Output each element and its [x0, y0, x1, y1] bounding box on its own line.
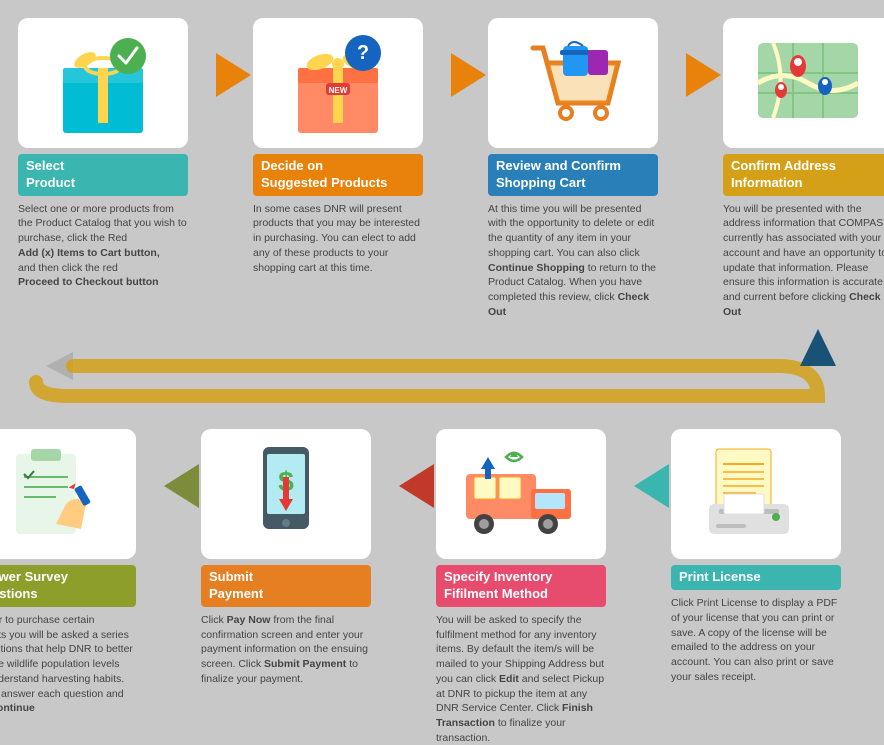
step-print-license: Print License Click Print License to dis…	[671, 429, 866, 684]
step6-desc: You will be asked to specify the fulfilm…	[436, 613, 606, 745]
step8-title: Answer SurveyQuestions	[0, 565, 136, 607]
svg-text:?: ?	[357, 42, 369, 64]
step3-title: Review and ConfirmShopping Cart	[488, 154, 658, 196]
step7-title: SubmitPayment	[201, 565, 371, 607]
step-submit-payment: $ SubmitPayment Click Pay Now from the f…	[201, 429, 396, 686]
svg-text:NEW: NEW	[329, 86, 348, 95]
arrow-left-icon-1	[634, 464, 669, 508]
step-answer-survey: Answer SurveyQuestions In order to purch…	[0, 429, 161, 716]
bottom-arrow-1	[631, 429, 671, 508]
step-specify-inventory: Specify InventoryFifilment Method You wi…	[436, 429, 631, 745]
top-section: SelectProduct Select one or more product…	[0, 0, 884, 319]
icon-answer-survey	[0, 429, 136, 559]
step1-desc: Select one or more products from the Pro…	[18, 202, 188, 290]
step5-title: Print License	[671, 565, 841, 590]
step3-desc: At this time you will be presented with …	[488, 202, 658, 320]
step5-desc: Click Print License to display a PDF of …	[671, 596, 841, 684]
step-select-product: SelectProduct Select one or more product…	[18, 18, 213, 290]
arrow-left-icon-2	[399, 464, 434, 508]
step6-title: Specify InventoryFifilment Method	[436, 565, 606, 607]
step4-desc: You will be presented with the address i…	[723, 202, 884, 320]
step1-title: SelectProduct	[18, 154, 188, 196]
step-decide-suggested: NEW ? Decide onSuggested Products In som…	[253, 18, 448, 275]
arrow-1	[213, 18, 253, 97]
step4-title: Confirm AddressInformation	[723, 154, 884, 196]
icon-confirm-address	[723, 18, 884, 148]
arrow-right-icon-3	[686, 53, 721, 97]
icon-submit-payment: $	[201, 429, 371, 559]
step2-title: Decide onSuggested Products	[253, 154, 423, 196]
icon-print-license	[671, 429, 841, 559]
step-review-cart: Review and ConfirmShopping Cart At this …	[488, 18, 683, 319]
step7-desc: Click Pay Now from the final confirmatio…	[201, 613, 371, 686]
arrow-2	[448, 18, 488, 97]
icon-decide-suggested: NEW ?	[253, 18, 423, 148]
arrow-right-icon-1	[216, 53, 251, 97]
step8-desc: In order to purchase certain products yo…	[0, 613, 136, 716]
arrow-left-icon-3	[164, 464, 199, 508]
icon-select-product	[18, 18, 188, 148]
curve-svg	[18, 324, 866, 409]
arrow-3	[683, 18, 723, 97]
arrow-right-icon-2	[451, 53, 486, 97]
step-confirm-address: Confirm AddressInformation You will be p…	[723, 18, 884, 319]
icon-review-cart	[488, 18, 658, 148]
bottom-arrow-3	[161, 429, 201, 508]
main-container: SelectProduct Select one or more product…	[0, 0, 884, 745]
step2-desc: In some cases DNR will present products …	[253, 202, 423, 275]
curve-section	[18, 324, 866, 409]
icon-specify-inventory	[436, 429, 606, 559]
bottom-arrow-2	[396, 429, 436, 508]
bottom-section: Print License Click Print License to dis…	[0, 409, 884, 745]
